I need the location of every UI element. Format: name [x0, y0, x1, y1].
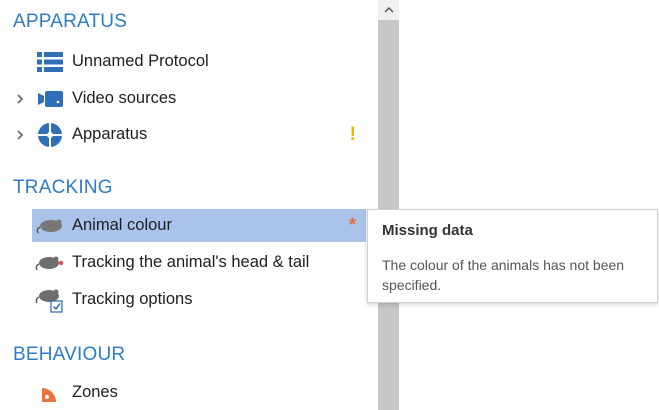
section-title-tracking: TRACKING	[13, 177, 113, 198]
mouse-icon	[35, 214, 65, 238]
nav-item-video-sources[interactable]: Video sources	[32, 82, 366, 115]
nav-item-unnamed-protocol[interactable]: Unnamed Protocol	[32, 45, 366, 78]
chevron-up-icon	[383, 6, 394, 13]
nav-item-label: Unnamed Protocol	[72, 52, 209, 70]
nav-item-label: Apparatus	[72, 125, 148, 143]
zones-icon	[35, 381, 65, 405]
mouse-head-tail-icon	[35, 251, 65, 275]
nav-item-label: Zones	[72, 383, 118, 401]
video-camera-icon	[35, 87, 65, 111]
list-icon	[35, 50, 65, 74]
vertical-scrollbar[interactable]	[378, 0, 399, 410]
nav-item-label: Video sources	[72, 89, 177, 107]
navigation-panel: APPARATUS Unnamed Protocol Video sources	[0, 0, 378, 410]
required-badge: *	[348, 214, 356, 236]
nav-item-head-tail[interactable]: Tracking the animal's head & tail	[32, 246, 366, 279]
tooltip-body: The colour of the animals has not been s…	[382, 257, 625, 293]
mouse-options-icon	[35, 288, 65, 313]
nav-item-label: Animal colour	[72, 216, 172, 234]
nav-item-zones[interactable]: Zones	[32, 376, 366, 409]
nav-item-tracking-options[interactable]: Tracking options	[32, 283, 366, 316]
nav-item-label: Tracking the animal's head & tail	[72, 253, 310, 271]
tooltip-title: Missing data	[382, 222, 473, 239]
nav-item-apparatus[interactable]: Apparatus !	[32, 118, 366, 151]
nav-item-animal-colour[interactable]: Animal colour *	[32, 209, 366, 242]
scroll-up-button[interactable]	[378, 0, 399, 20]
missing-data-tooltip: Missing data The colour of the animals h…	[367, 209, 658, 303]
nav-item-label: Tracking options	[72, 290, 193, 308]
warning-badge: !	[349, 123, 356, 145]
chevron-right-icon[interactable]	[14, 129, 26, 141]
apparatus-icon	[35, 122, 65, 147]
section-title-behaviour: BEHAVIOUR	[13, 344, 126, 365]
section-title-apparatus: APPARATUS	[13, 11, 128, 32]
chevron-right-icon[interactable]	[14, 93, 26, 105]
